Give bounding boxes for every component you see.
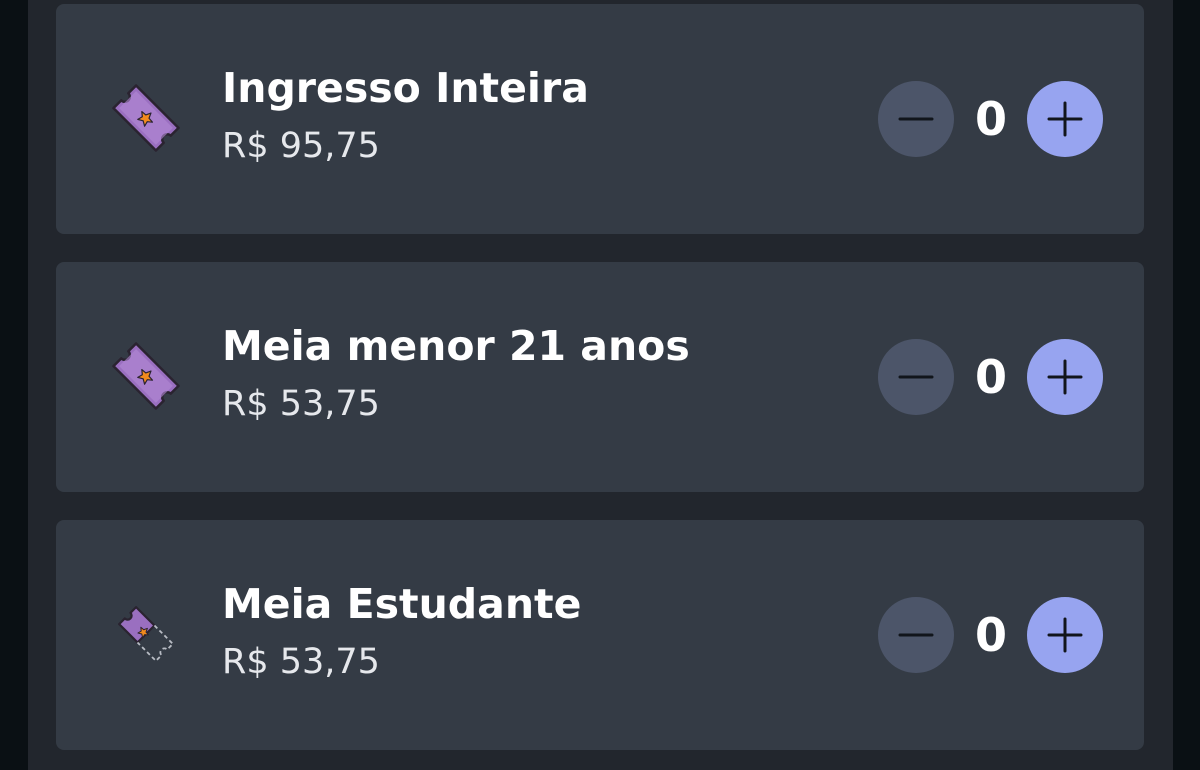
increase-quantity-button[interactable] [1027,81,1103,157]
plus-icon [1047,101,1083,137]
increase-quantity-button[interactable] [1027,597,1103,673]
decrease-quantity-button[interactable] [878,597,954,673]
ticket-icon [106,78,186,158]
ticket-quantity: 0 [974,92,1007,146]
ticket-quantity: 0 [974,608,1007,662]
ticket-name: Meia menor 21 anos [222,322,690,370]
minus-icon [898,633,934,637]
plus-icon [1047,617,1083,653]
ticket-card-meia-estudante: Meia Estudante R$ 53,75 0 [56,520,1144,750]
ticket-name: Meia Estudante [222,580,582,628]
ticket-name: Ingresso Inteira [222,64,589,112]
plus-icon [1047,359,1083,395]
ticket-price: R$ 53,75 [222,642,380,682]
decrease-quantity-button[interactable] [878,339,954,415]
ticket-card-meia-menor-21: Meia menor 21 anos R$ 53,75 0 [56,262,1144,492]
minus-icon [898,117,934,121]
increase-quantity-button[interactable] [1027,339,1103,415]
decrease-quantity-button[interactable] [878,81,954,157]
ticket-price: R$ 53,75 [222,384,380,424]
ticket-icon [106,336,186,416]
minus-icon [898,375,934,379]
ticket-price: R$ 95,75 [222,126,380,166]
half-ticket-icon [106,594,186,674]
ticket-card-inteira: Ingresso Inteira R$ 95,75 0 [56,4,1144,234]
ticket-quantity: 0 [974,350,1007,404]
